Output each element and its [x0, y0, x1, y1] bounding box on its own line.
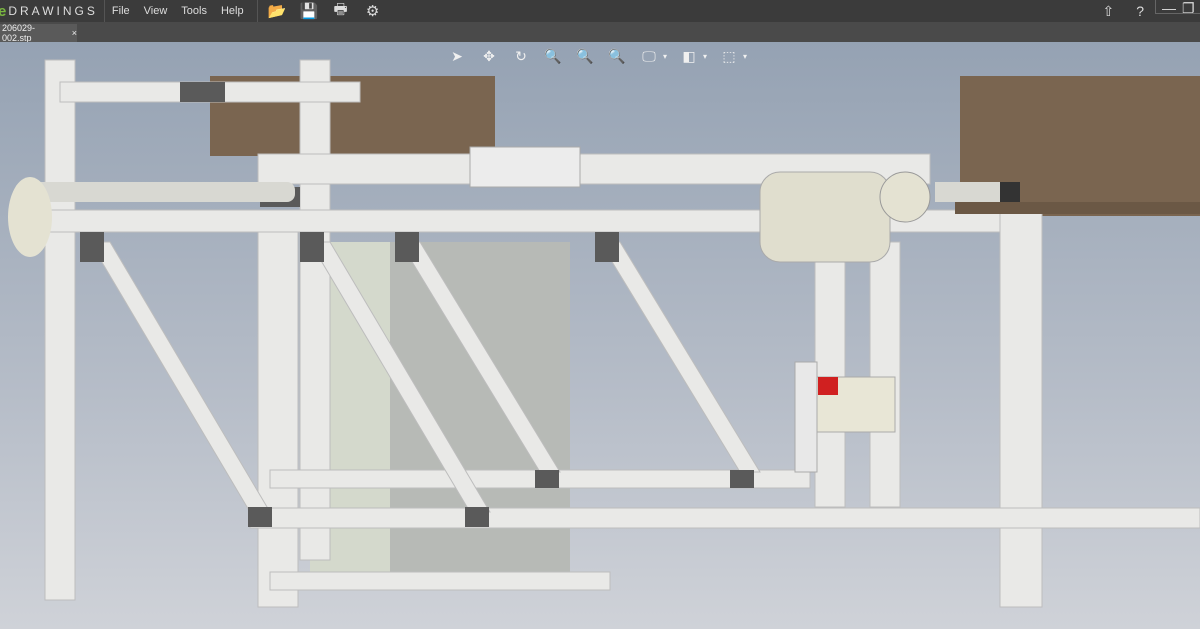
- menu-view[interactable]: View: [137, 5, 175, 17]
- print-icon[interactable]: 🖶: [332, 0, 350, 24]
- view-dropdown-icon[interactable]: ▾: [742, 52, 748, 61]
- menu-bar: File View Tools Help: [105, 0, 258, 22]
- menu-help[interactable]: Help: [214, 5, 251, 17]
- view-orientation-icon[interactable]: ⬚: [718, 48, 740, 65]
- title-bar: eDRAWINGS File View Tools Help 📂 💾 🖶 ⚙ ⇧…: [0, 0, 1200, 22]
- zoom-icon[interactable]: 🔍: [606, 48, 628, 65]
- save-icon[interactable]: 💾: [300, 2, 318, 20]
- section-icon[interactable]: ◧: [678, 48, 700, 65]
- rotate-icon[interactable]: ↻: [510, 48, 532, 65]
- zoom-fit-icon[interactable]: 🔍: [542, 48, 564, 65]
- zoom-area-icon[interactable]: 🔍: [574, 48, 596, 65]
- section-dropdown-icon[interactable]: ▾: [702, 52, 708, 61]
- logo-text: DRAWINGS: [8, 4, 98, 18]
- restore-button[interactable]: ❐: [1182, 0, 1195, 13]
- menu-file[interactable]: File: [105, 5, 137, 17]
- cad-model: [0, 42, 1200, 629]
- edrawings-logo: eDRAWINGS: [0, 0, 105, 22]
- logo-e: e: [0, 3, 6, 20]
- tab-label: 206029-002.stp: [2, 23, 64, 43]
- display-icon[interactable]: 🖵: [638, 48, 660, 65]
- settings-icon[interactable]: ⚙: [364, 2, 382, 20]
- display-dropdown-icon[interactable]: ▾: [662, 52, 668, 61]
- tab-file[interactable]: 206029-002.stp ×: [0, 24, 77, 42]
- pan-icon[interactable]: ✥: [478, 48, 500, 65]
- 3d-viewport[interactable]: ➤ ✥ ↻ 🔍 🔍 🔍 🖵▾ ◧▾ ⬚▾: [0, 42, 1200, 629]
- menu-tools[interactable]: Tools: [174, 5, 214, 17]
- open-icon[interactable]: 📂: [268, 2, 286, 20]
- minimize-button[interactable]: —: [1162, 0, 1176, 13]
- help-icon[interactable]: ?: [1125, 3, 1155, 19]
- view-toolbar: ➤ ✥ ↻ 🔍 🔍 🔍 🖵▾ ◧▾ ⬚▾: [446, 48, 748, 65]
- tab-close-icon[interactable]: ×: [72, 28, 77, 38]
- select-icon[interactable]: ➤: [446, 48, 468, 65]
- up-icon[interactable]: ⇧: [1091, 3, 1125, 20]
- tab-bar: 206029-002.stp ×: [0, 22, 1200, 42]
